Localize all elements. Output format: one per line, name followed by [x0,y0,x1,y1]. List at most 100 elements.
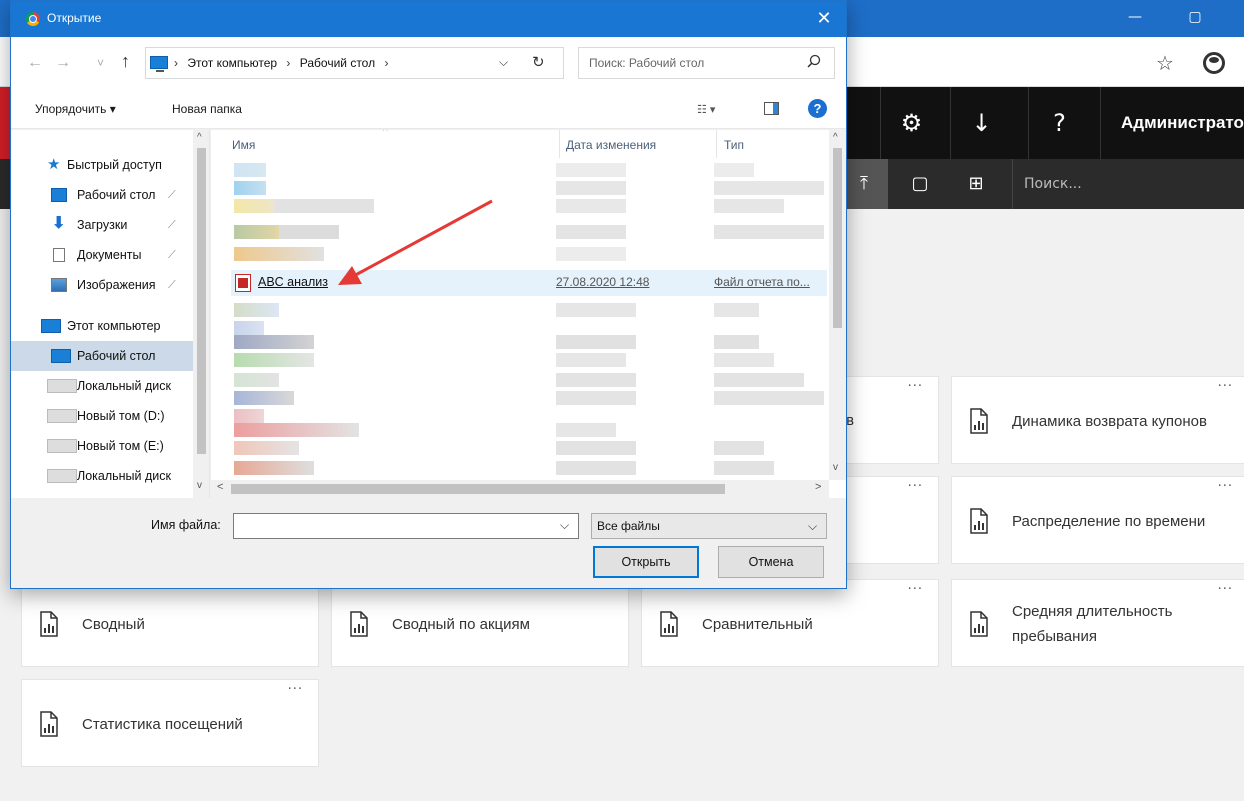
file-list-horizontal-scrollbar[interactable]: < > [211,480,829,498]
back-arrow-icon[interactable]: ← [27,54,43,72]
column-header-date[interactable]: Дата изменения [566,138,656,152]
sidebar-item-documents[interactable]: Документы ⟋ [11,240,193,270]
scroll-up-icon[interactable]: ^ [833,132,838,143]
path-dropdown-icon[interactable]: ⌵ [499,55,508,70]
search-icon[interactable] [807,54,821,71]
navigation-pane: ★ Быстрый доступ Рабочий стол ⟋ ⬇ Загруз… [11,130,210,498]
up-arrow-icon[interactable]: ↑ [121,51,130,72]
report-tile[interactable]: ··· Динамика возврата купонов [951,376,1244,464]
scroll-thumb[interactable] [197,148,206,454]
chevron-down-icon[interactable]: ⌵ [808,514,817,538]
open-button[interactable]: Открыть [593,546,699,578]
minimize-icon[interactable]: — [1112,4,1158,32]
file-row-blurred[interactable] [231,196,827,216]
scroll-up-icon[interactable]: ^ [197,132,202,143]
sidebar-item-desktop[interactable]: Рабочий стол ⟋ [11,180,193,210]
sidebar-scrollbar[interactable]: ^ v [193,130,209,498]
sidebar-item-quick-access[interactable]: ★ Быстрый доступ [11,150,193,180]
report-tile[interactable]: Сводный по акциям [331,579,629,667]
scroll-left-icon[interactable]: < [217,481,223,493]
pin-icon[interactable]: ⟋ [168,210,176,240]
file-list-vertical-scrollbar[interactable]: ^ v [829,130,846,480]
file-type-filter[interactable]: Все файлы ⌵ [591,513,827,539]
report-tile[interactable]: ··· Статистика посещений [21,679,319,767]
file-row-selected[interactable]: ABC анализ 27.08.2020 12:48 Файл отчета … [231,270,827,296]
restore-icon[interactable]: ▢ [1172,4,1218,32]
sidebar-item-label: Загрузки [77,218,128,232]
computer-icon [41,319,61,333]
file-row-blurred[interactable] [231,388,827,408]
new-folder-button[interactable]: Новая папка [172,102,242,116]
file-row-blurred[interactable] [231,300,827,320]
cancel-button[interactable]: Отмена [718,546,824,578]
breadcrumb-item[interactable]: Рабочий стол [300,56,375,70]
sidebar-item-pictures[interactable]: Изображения ⟋ [11,270,193,300]
tile-label: Сводный по акциям [392,615,530,633]
report-tile[interactable]: ··· Средняя длительность пребывания [951,579,1244,667]
file-row-blurred[interactable] [231,458,827,478]
search-input[interactable] [579,48,804,78]
file-row-blurred[interactable] [231,370,827,390]
help-icon[interactable]: ? [808,99,827,118]
column-divider[interactable] [716,130,717,158]
more-icon[interactable]: ··· [908,379,923,394]
report-tile[interactable]: Сводный [21,579,319,667]
help-icon[interactable]: ? [1028,87,1090,159]
file-row-blurred[interactable] [231,420,827,440]
sidebar-item-volume-d[interactable]: Новый том (D:) [11,401,193,431]
new-report-icon[interactable]: ▢ [896,159,944,209]
pin-icon[interactable]: ⟋ [168,270,176,300]
user-menu[interactable]: Администратор [1100,87,1244,159]
refresh-icon[interactable]: ↻ [532,53,545,71]
report-tile[interactable]: ··· Сравнительный [641,579,939,667]
scroll-down-icon[interactable]: v [197,480,202,491]
scroll-right-icon[interactable]: > [815,481,821,493]
address-path[interactable]: › Этот компьютер › Рабочий стол › ⌵ ↻ [145,47,564,79]
scroll-thumb[interactable] [833,148,842,328]
file-row-blurred[interactable] [231,438,827,458]
download-icon[interactable]: ↓ [950,87,1012,159]
file-list: ^ Имя Дата изменения Тип ABC анализ 27.0… [211,130,846,498]
chevron-down-icon[interactable]: ⌵ [560,518,569,533]
column-divider[interactable] [559,130,560,158]
file-row-blurred[interactable] [231,222,827,242]
preview-pane-icon[interactable] [764,102,779,115]
scroll-thumb[interactable] [231,484,725,494]
breadcrumb-separator[interactable]: › [384,56,388,70]
breadcrumb-item[interactable]: Этот компьютер [187,56,277,70]
filename-input[interactable] [234,514,554,538]
scroll-down-icon[interactable]: v [833,462,838,473]
settings-gear-icon[interactable]: ⚙ [880,87,942,159]
file-row-blurred[interactable] [231,160,827,180]
close-icon[interactable]: ✕ [802,1,846,37]
forward-arrow-icon[interactable]: → [55,54,71,72]
app-search-input[interactable]: Поиск... [1012,159,1244,209]
recent-locations-chevron-icon[interactable]: ˅ [97,56,104,70]
file-row-blurred[interactable] [231,350,827,370]
file-row-blurred[interactable] [231,332,827,352]
sidebar-item-this-pc[interactable]: Этот компьютер [11,311,193,341]
pin-icon[interactable]: ⟋ [168,240,176,270]
organize-menu[interactable]: Упорядочить ▾ [35,102,116,116]
report-icon [970,508,988,534]
bookmark-star-icon[interactable]: ☆ [1156,51,1174,75]
account-icon[interactable] [1203,52,1225,74]
sidebar-item-local-disk[interactable]: Локальный диск [11,371,193,401]
grid-view-icon[interactable]: ⊞ [952,159,1000,209]
sidebar-item-downloads[interactable]: ⬇ Загрузки ⟋ [11,210,193,240]
sidebar-item-desktop-selected[interactable]: Рабочий стол [11,341,193,371]
column-header-name[interactable]: Имя [232,138,255,152]
pin-icon[interactable]: ⟋ [168,180,176,210]
upload-icon[interactable]: ⤒ [840,159,888,209]
view-options-icon[interactable]: ☷ ▾ [697,103,715,116]
file-row-blurred[interactable] [231,178,827,198]
sidebar-item-local-disk-2[interactable]: Локальный диск [11,461,193,491]
chrome-logo-icon [26,12,40,26]
more-icon[interactable]: ··· [908,479,923,494]
file-name[interactable]: ABC анализ [258,275,328,289]
column-header-type[interactable]: Тип [724,138,744,152]
report-tile[interactable]: ··· Распределение по времени [951,476,1244,564]
report-icon [350,611,368,637]
sidebar-item-volume-e[interactable]: Новый том (E:) [11,431,193,461]
file-row-blurred[interactable] [231,244,827,264]
